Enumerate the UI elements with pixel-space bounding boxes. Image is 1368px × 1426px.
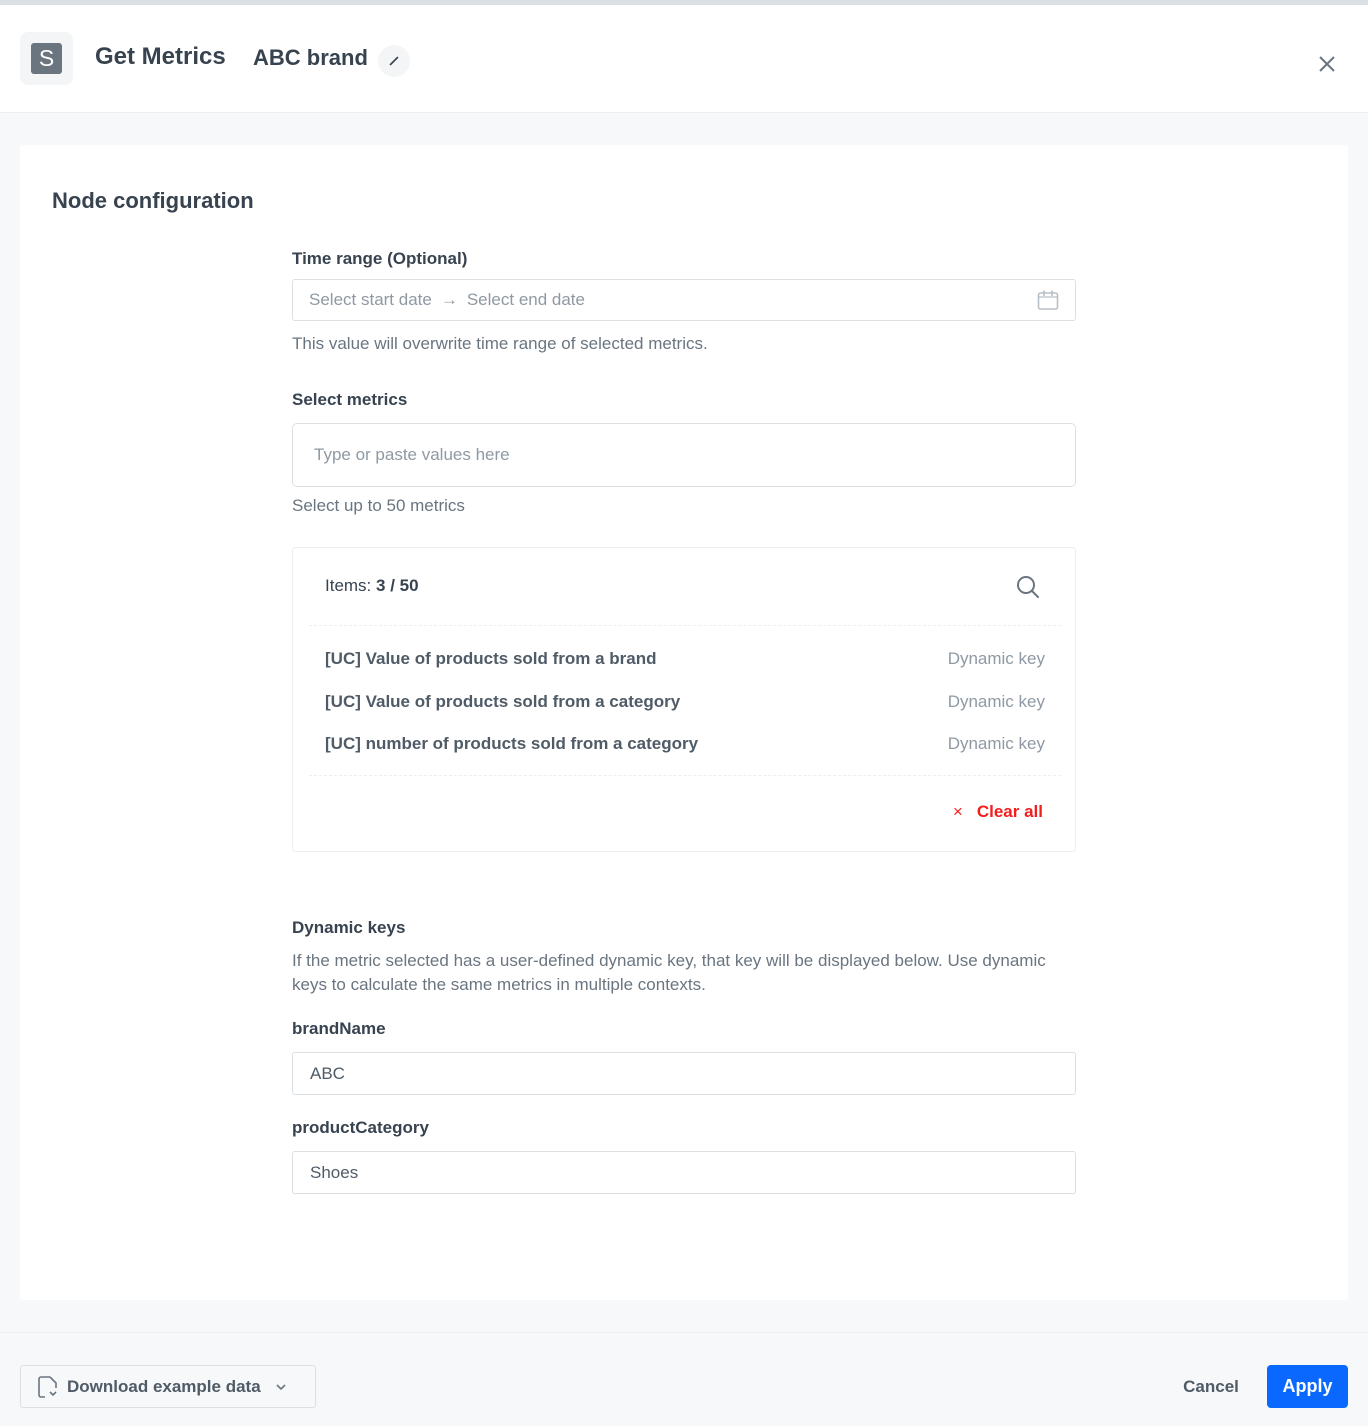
metric-item[interactable]: [UC] number of products sold from a cate… xyxy=(325,731,1045,757)
clear-all-label: Clear all xyxy=(976,802,1043,821)
pencil-icon xyxy=(389,56,399,66)
divider xyxy=(309,625,1061,626)
app-icon-tile: S xyxy=(20,32,73,85)
download-label: Download example data xyxy=(67,1376,261,1396)
divider xyxy=(309,775,1061,776)
metric-tag: Dynamic key xyxy=(947,734,1045,753)
node-name: ABC brand xyxy=(253,45,368,70)
metric-item[interactable]: [UC] Value of products sold from a categ… xyxy=(325,689,1045,715)
metrics-search-input[interactable]: Type or paste values here xyxy=(292,423,1076,487)
metric-name: [UC] number of products sold from a cate… xyxy=(325,734,699,753)
metrics-helper: Select up to 50 metrics xyxy=(292,496,465,515)
node-configuration-card: Node configuration Time range (Optional)… xyxy=(20,145,1348,1300)
brand-name-label: brandName xyxy=(292,1019,386,1038)
search-icon xyxy=(1017,576,1039,598)
metric-tag: Dynamic key xyxy=(947,649,1045,668)
metric-name: [UC] Value of products sold from a brand xyxy=(325,649,657,668)
download-example-data-button[interactable]: Download example data xyxy=(20,1365,316,1408)
brand-name-value: ABC xyxy=(310,1063,345,1083)
close-button[interactable] xyxy=(1312,49,1342,79)
dynamic-keys-description: If the metric selected has a user-define… xyxy=(292,951,1046,994)
edit-name-button[interactable] xyxy=(378,45,410,77)
selected-metrics-list: Items: 3 / 50 [UC] Value of products sol… xyxy=(292,547,1076,852)
time-range-helper: This value will overwrite time range of … xyxy=(292,334,708,353)
footer-divider xyxy=(0,1332,1368,1333)
metric-tag: Dynamic key xyxy=(947,692,1045,711)
product-category-value: Shoes xyxy=(310,1162,359,1182)
search-items-button[interactable] xyxy=(1015,574,1041,600)
metrics-input-placeholder: Type or paste values here xyxy=(314,445,510,464)
items-counter-label: Items: xyxy=(325,576,372,595)
metric-name: [UC] Value of products sold from a categ… xyxy=(325,692,681,711)
product-category-input[interactable]: Shoes xyxy=(292,1151,1076,1194)
date-range-picker[interactable]: Select start date → Select end date xyxy=(292,279,1076,321)
document-download-icon xyxy=(37,1375,59,1399)
close-icon xyxy=(1319,56,1335,72)
arrow-right-icon: → xyxy=(440,290,458,309)
apply-button[interactable]: Apply xyxy=(1267,1365,1348,1408)
calendar-icon xyxy=(1037,290,1059,310)
chevron-down-icon xyxy=(275,1383,287,1391)
end-date-placeholder[interactable]: Select end date xyxy=(467,290,585,310)
modal-header: S Get Metrics ABC brand xyxy=(0,5,1368,113)
time-range-label: Time range (Optional) xyxy=(292,249,468,268)
brand-name-input[interactable]: ABC xyxy=(292,1052,1076,1095)
select-metrics-label: Select metrics xyxy=(292,390,408,409)
section-title: Node configuration xyxy=(52,188,254,213)
start-date-placeholder[interactable]: Select start date xyxy=(309,290,432,310)
app-logo-icon: S xyxy=(31,43,62,74)
modal-title: Get Metrics xyxy=(95,43,226,70)
close-icon: × xyxy=(952,802,963,821)
product-category-label: productCategory xyxy=(292,1118,429,1137)
items-counter-value: 3 / 50 xyxy=(376,576,419,595)
metric-item[interactable]: [UC] Value of products sold from a brand… xyxy=(325,646,1045,672)
clear-all-button[interactable]: × Clear all xyxy=(953,802,1043,822)
cancel-button[interactable]: Cancel xyxy=(1170,1365,1252,1408)
items-counter: Items: 3 / 50 xyxy=(325,576,419,596)
dynamic-keys-label: Dynamic keys xyxy=(292,918,406,937)
